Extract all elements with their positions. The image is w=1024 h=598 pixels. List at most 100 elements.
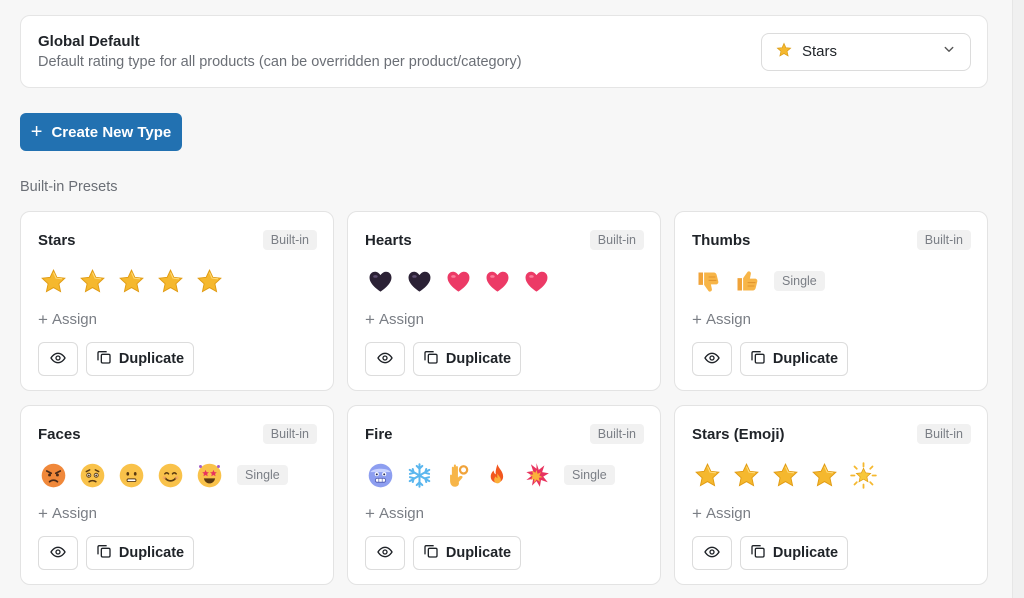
assign-label: Assign (378, 310, 424, 328)
preset-card-title: Thumbs (692, 231, 751, 249)
plus-icon: + (30, 121, 43, 143)
ok-hand-icon (443, 460, 473, 490)
duplicate-label: Duplicate (445, 351, 512, 367)
assign-link[interactable]: + Assign (692, 503, 971, 523)
page-scrollbar[interactable] (1012, 0, 1024, 598)
global-default-selected-value: Stars (802, 43, 838, 60)
built-in-badge: Built-in (262, 424, 317, 444)
preset-card-header: Hearts Built-in (365, 228, 644, 252)
copy-icon (423, 349, 446, 369)
eye-icon (377, 350, 393, 369)
assign-link[interactable]: + Assign (365, 503, 644, 523)
plus-icon: + (365, 309, 375, 329)
preset-actions: Duplicate (365, 536, 644, 570)
assign-label: Assign (51, 504, 97, 522)
thumbs-down-icon (692, 266, 722, 296)
fire-icon (482, 460, 512, 490)
assign-link[interactable]: + Assign (38, 503, 317, 523)
preset-card-header: Stars Built-in (38, 228, 317, 252)
global-default-description: Default rating type for all products (ca… (38, 54, 522, 70)
preview-button[interactable] (692, 536, 732, 570)
assign-link[interactable]: + Assign (692, 309, 971, 329)
cold-face-icon (365, 460, 395, 490)
global-default-select[interactable]: Stars (761, 32, 971, 71)
preset-actions: Duplicate (692, 342, 971, 376)
create-new-type-label: Create New Type (51, 123, 172, 141)
star-icon (776, 42, 796, 61)
preset-actions: Duplicate (692, 536, 971, 570)
preset-card-title: Hearts (365, 231, 412, 249)
eye-icon (704, 350, 720, 369)
assign-label: Assign (705, 504, 751, 522)
preset-icons-row: Single (365, 460, 644, 490)
assign-label: Assign (51, 310, 97, 328)
preset-actions: Duplicate (38, 342, 317, 376)
global-default-text: Global Default Default rating type for a… (38, 33, 522, 70)
assign-label: Assign (705, 310, 751, 328)
preset-card-title: Faces (38, 425, 81, 443)
star-icon (731, 460, 761, 490)
star-icon (692, 460, 722, 490)
heart-icon (443, 266, 473, 296)
copy-icon (96, 349, 119, 369)
preset-card: Stars Built-in + Assign Duplicate (20, 211, 334, 391)
dark-heart-icon (365, 266, 395, 296)
heart-icon (482, 266, 512, 296)
built-in-badge: Built-in (589, 230, 644, 250)
preset-card: Stars (Emoji) Built-in + Assign Duplicat… (674, 405, 988, 585)
built-in-badge: Built-in (262, 230, 317, 250)
plus-icon: + (692, 309, 702, 329)
preset-icons-row (365, 266, 644, 296)
preset-card-title: Stars (Emoji) (692, 425, 785, 443)
section-label-built-in-presets: Built-in Presets (20, 179, 118, 195)
preset-actions: Duplicate (38, 536, 317, 570)
preset-card-header: Thumbs Built-in (692, 228, 971, 252)
glowing-star-icon (848, 460, 878, 490)
snowflake-icon (404, 460, 434, 490)
assign-link[interactable]: + Assign (38, 309, 317, 329)
duplicate-button[interactable]: Duplicate (740, 342, 848, 376)
rating-types-page: Global Default Default rating type for a… (20, 15, 988, 585)
smiling-face-icon (155, 460, 185, 490)
duplicate-button[interactable]: Duplicate (86, 342, 194, 376)
copy-icon (750, 543, 773, 563)
explosion-icon (521, 460, 551, 490)
heart-icon (521, 266, 551, 296)
neutral-face-icon (116, 460, 146, 490)
duplicate-button[interactable]: Duplicate (413, 536, 521, 570)
create-new-type-button[interactable]: + Create New Type (20, 113, 182, 151)
preset-card-header: Stars (Emoji) Built-in (692, 422, 971, 446)
preset-icons-row: Single (38, 460, 317, 490)
duplicate-label: Duplicate (445, 545, 512, 561)
plus-icon: + (38, 503, 48, 523)
duplicate-label: Duplicate (772, 545, 839, 561)
preset-card-header: Fire Built-in (365, 422, 644, 446)
assign-link[interactable]: + Assign (365, 309, 644, 329)
presets-grid: Stars Built-in + Assign Duplicate Hearts… (20, 211, 988, 585)
plus-icon: + (38, 309, 48, 329)
worried-face-icon (77, 460, 107, 490)
preview-button[interactable] (38, 536, 78, 570)
preview-button[interactable] (38, 342, 78, 376)
eye-icon (50, 350, 66, 369)
plus-icon: + (692, 503, 702, 523)
preview-button[interactable] (692, 342, 732, 376)
single-badge: Single (237, 465, 288, 485)
preset-card: Faces Built-in Single + Assign Duplicate (20, 405, 334, 585)
preset-card-header: Faces Built-in (38, 422, 317, 446)
copy-icon (750, 349, 773, 369)
duplicate-button[interactable]: Duplicate (413, 342, 521, 376)
built-in-badge: Built-in (916, 424, 971, 444)
duplicate-button[interactable]: Duplicate (740, 536, 848, 570)
single-badge: Single (564, 465, 615, 485)
preset-icons-row (692, 460, 971, 490)
preview-button[interactable] (365, 536, 405, 570)
single-badge: Single (774, 271, 825, 291)
preview-button[interactable] (365, 342, 405, 376)
duplicate-button[interactable]: Duplicate (86, 536, 194, 570)
preset-card-title: Fire (365, 425, 393, 443)
chevron-down-icon (940, 40, 958, 63)
built-in-badge: Built-in (916, 230, 971, 250)
preset-icons-row: Single (692, 266, 971, 296)
thumbs-up-icon (731, 266, 761, 296)
